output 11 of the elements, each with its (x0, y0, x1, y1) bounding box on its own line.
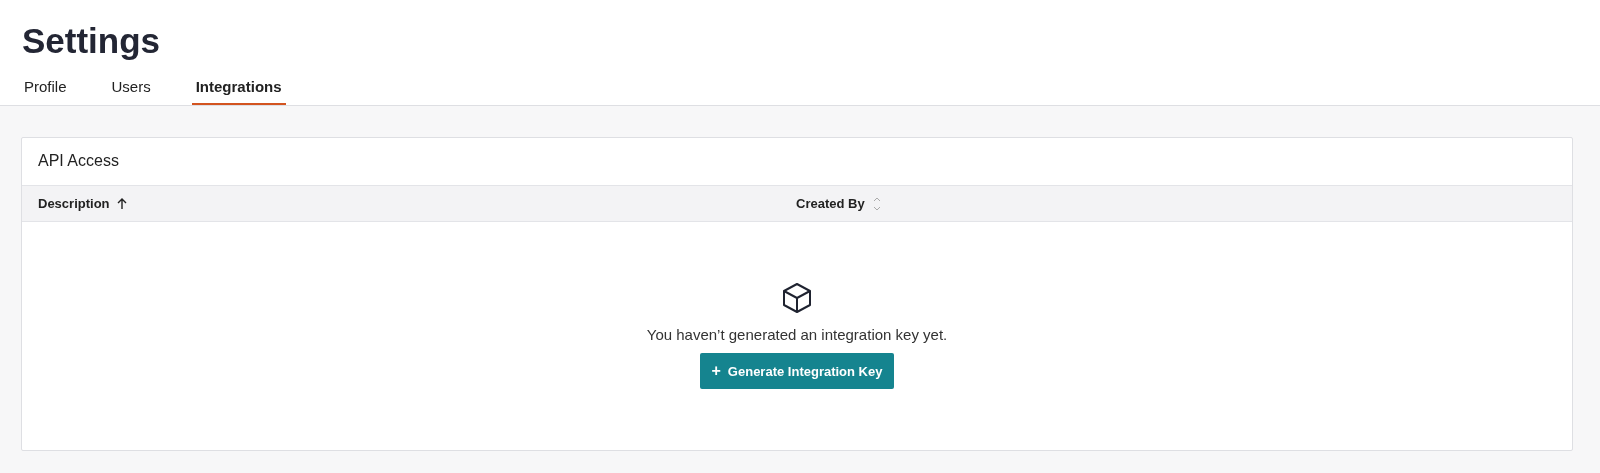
cube-icon (782, 282, 812, 314)
tab[interactable]: Users (107, 78, 155, 105)
column-header[interactable]: Description (38, 196, 110, 211)
panel-title: API Access (37, 151, 120, 171)
sort-ascending-icon[interactable] (116, 197, 127, 210)
generate-key-button[interactable]: + Generate Integration Key (699, 353, 895, 389)
column-header[interactable]: Created By (796, 196, 865, 211)
tab[interactable]: Profile (20, 78, 71, 105)
empty-message: You haven’t generated an integration key yet. (646, 326, 948, 343)
page-title: Settings (21, 20, 162, 62)
tab[interactable]: Integrations (191, 78, 286, 105)
